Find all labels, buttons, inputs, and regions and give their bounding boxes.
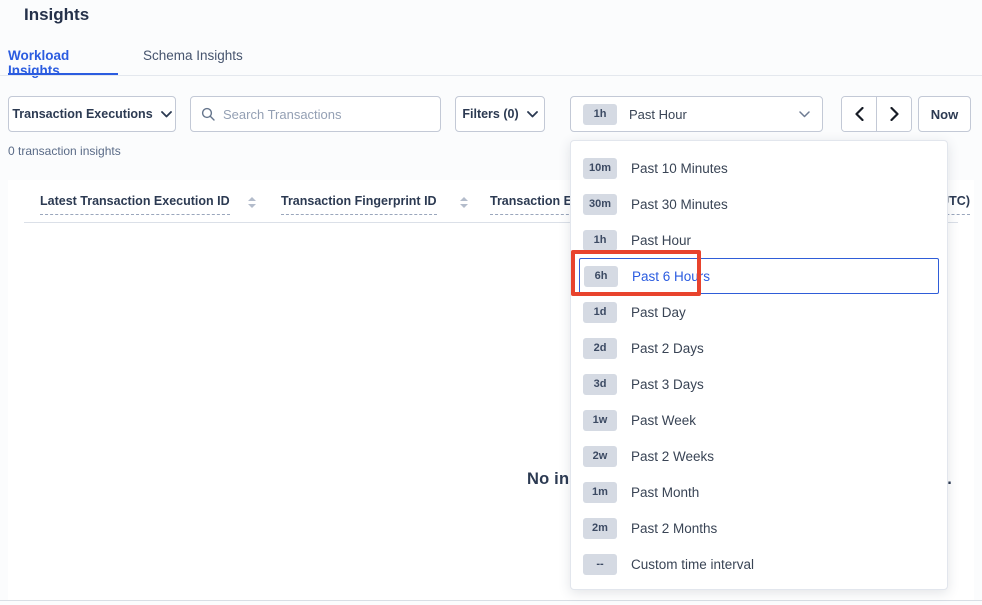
option-badge: 10m [583,158,617,179]
chevron-down-icon [799,111,810,118]
chevron-left-icon [855,107,864,121]
previous-time-window-button[interactable] [842,97,876,131]
option-past-week[interactable]: 1w Past Week [571,402,947,438]
tab-schema-insights[interactable]: Schema Insights [143,48,243,76]
option-past-2-months[interactable]: 2m Past 2 Months [571,510,947,546]
option-custom-time-interval[interactable]: -- Custom time interval [571,546,947,582]
column-header-transaction-execution[interactable]: Transaction Ex [490,194,579,215]
option-badge: 3d [583,374,617,395]
time-interval-badge: 1h [583,104,617,125]
search-box [190,96,441,132]
chevron-down-icon [161,111,172,118]
option-past-3-days[interactable]: 3d Past 3 Days [571,366,947,402]
option-label: Past 6 Hours [632,269,710,284]
chevron-right-icon [890,107,899,121]
option-badge: 1m [583,482,617,503]
option-badge: 1h [583,230,617,251]
option-label: Past 2 Months [631,521,717,536]
page-title: Insights [24,5,89,25]
tab-workload-insights-label: Workload Insights [8,48,116,78]
option-past-2-days[interactable]: 2d Past 2 Days [571,330,947,366]
search-input[interactable] [223,107,430,122]
option-label: Past Day [631,305,686,320]
option-badge: 1w [583,410,617,431]
option-badge: 2d [583,338,617,359]
tab-workload-insights[interactable]: Workload Insights [8,48,118,75]
search-icon [201,107,215,121]
time-interval-label: Past Hour [629,107,687,122]
time-interval-dropdown-menu: 10m Past 10 Minutes 30m Past 30 Minutes … [570,140,948,590]
option-badge: 2w [583,446,617,467]
option-label: Past Month [631,485,699,500]
option-past-month[interactable]: 1m Past Month [571,474,947,510]
sort-carets-icon[interactable] [460,197,468,208]
option-past-hour[interactable]: 1h Past Hour [571,222,947,258]
option-badge: 30m [583,194,617,215]
type-selector-dropdown[interactable]: Transaction Executions [8,96,176,132]
option-label: Past 3 Days [631,377,704,392]
filters-button[interactable]: Filters (0) [455,96,545,132]
next-time-window-button[interactable] [876,97,911,131]
insights-count: 0 transaction insights [8,144,121,158]
option-badge: 1d [583,302,617,323]
option-badge: 6h [584,266,618,287]
option-past-10-minutes[interactable]: 10m Past 10 Minutes [571,150,947,186]
tab-schema-insights-label: Schema Insights [143,48,243,63]
option-badge: 2m [583,518,617,539]
option-past-30-minutes[interactable]: 30m Past 30 Minutes [571,186,947,222]
page-bottom-divider [0,600,982,601]
tabs-divider [0,75,982,76]
type-selector-label: Transaction Executions [12,107,152,121]
time-window-arrows [841,96,912,132]
option-label: Past 30 Minutes [631,197,728,212]
insights-page: Insights Workload Insights Schema Insigh… [0,0,982,605]
option-past-2-weeks[interactable]: 2w Past 2 Weeks [571,438,947,474]
now-button-label: Now [931,107,958,122]
column-header-latest-transaction-execution-id[interactable]: Latest Transaction Execution ID [40,194,230,215]
option-label: Past Week [631,413,696,428]
option-label: Past 10 Minutes [631,161,728,176]
now-button[interactable]: Now [918,96,971,132]
option-label: Past 2 Weeks [631,449,714,464]
option-past-day[interactable]: 1d Past Day [571,294,947,330]
option-label: Past Hour [631,233,691,248]
option-label: Past 2 Days [631,341,704,356]
filters-label: Filters (0) [462,107,518,121]
column-header-transaction-fingerprint-id[interactable]: Transaction Fingerprint ID [281,194,437,215]
option-label: Custom time interval [631,557,754,572]
chevron-down-icon [527,111,538,118]
sort-carets-icon[interactable] [248,197,256,208]
time-interval-trigger[interactable]: 1h Past Hour [570,96,823,132]
option-past-6-hours[interactable]: 6h Past 6 Hours [579,258,939,294]
option-badge: -- [583,554,617,575]
